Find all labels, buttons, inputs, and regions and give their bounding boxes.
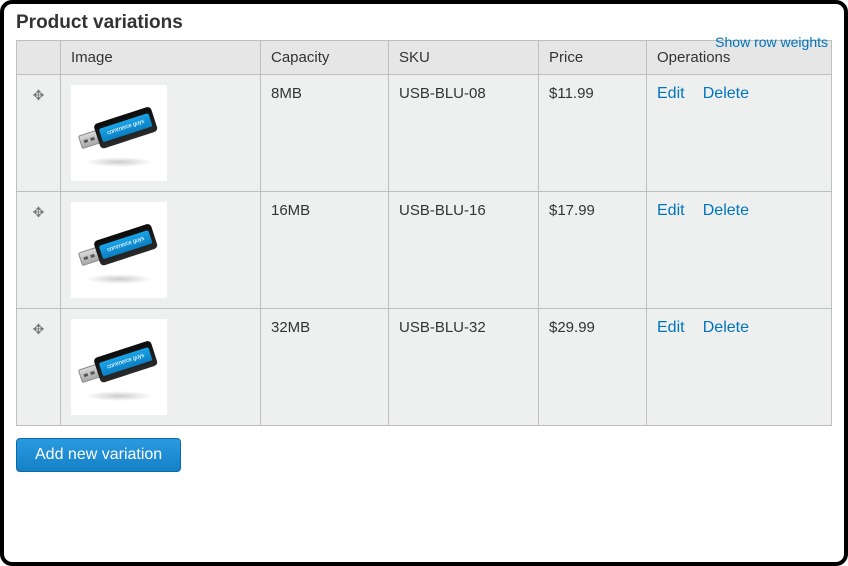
delete-link[interactable]: Delete	[703, 202, 749, 219]
capacity-cell: 16MB	[261, 192, 389, 309]
delete-link[interactable]: Delete	[703, 319, 749, 336]
product-thumbnail: commerce guys	[71, 319, 167, 415]
operations-cell: Edit Delete	[647, 75, 832, 192]
capacity-cell: 32MB	[261, 309, 389, 426]
drag-handle-icon[interactable]: ✥	[27, 319, 50, 338]
operations-cell: Edit Delete	[647, 192, 832, 309]
table-row: ✥ commerce guys 32MB USB-BLU-32 $29.99 E…	[17, 309, 832, 426]
show-row-weights-link[interactable]: Show row weights	[715, 34, 828, 50]
col-header-capacity: Capacity	[261, 41, 389, 75]
image-cell: commerce guys	[61, 192, 261, 309]
col-header-price: Price	[539, 41, 647, 75]
edit-link[interactable]: Edit	[657, 202, 685, 219]
add-new-variation-button[interactable]: Add new variation	[16, 438, 181, 472]
edit-link[interactable]: Edit	[657, 85, 685, 102]
table-row: ✥ commerce guys 8MB USB-BLU-08 $11.99 Ed…	[17, 75, 832, 192]
price-cell: $11.99	[539, 75, 647, 192]
sku-cell: USB-BLU-32	[389, 309, 539, 426]
drag-cell: ✥	[17, 75, 61, 192]
col-header-image: Image	[61, 41, 261, 75]
table-row: ✥ commerce guys 16MB USB-BLU-16 $17.99 E…	[17, 192, 832, 309]
edit-link[interactable]: Edit	[657, 319, 685, 336]
drag-handle-icon[interactable]: ✥	[27, 85, 50, 104]
variations-tbody: ✥ commerce guys 8MB USB-BLU-08 $11.99 Ed…	[17, 75, 832, 426]
delete-link[interactable]: Delete	[703, 85, 749, 102]
sku-cell: USB-BLU-08	[389, 75, 539, 192]
image-cell: commerce guys	[61, 309, 261, 426]
capacity-cell: 8MB	[261, 75, 389, 192]
drag-cell: ✥	[17, 309, 61, 426]
variations-table: Image Capacity SKU Price Operations ✥ co…	[16, 40, 832, 426]
product-thumbnail: commerce guys	[71, 202, 167, 298]
operations-cell: Edit Delete	[647, 309, 832, 426]
sku-cell: USB-BLU-16	[389, 192, 539, 309]
section-title: Product variations	[16, 12, 832, 34]
col-header-handle	[17, 41, 61, 75]
drag-cell: ✥	[17, 192, 61, 309]
product-variations-panel: Product variations Show row weights Imag…	[0, 0, 848, 566]
table-header-row: Image Capacity SKU Price Operations	[17, 41, 832, 75]
price-cell: $17.99	[539, 192, 647, 309]
col-header-sku: SKU	[389, 41, 539, 75]
product-thumbnail: commerce guys	[71, 85, 167, 181]
price-cell: $29.99	[539, 309, 647, 426]
row-weights-toggle-wrap: Show row weights	[715, 34, 828, 51]
drag-handle-icon[interactable]: ✥	[27, 202, 50, 221]
image-cell: commerce guys	[61, 75, 261, 192]
